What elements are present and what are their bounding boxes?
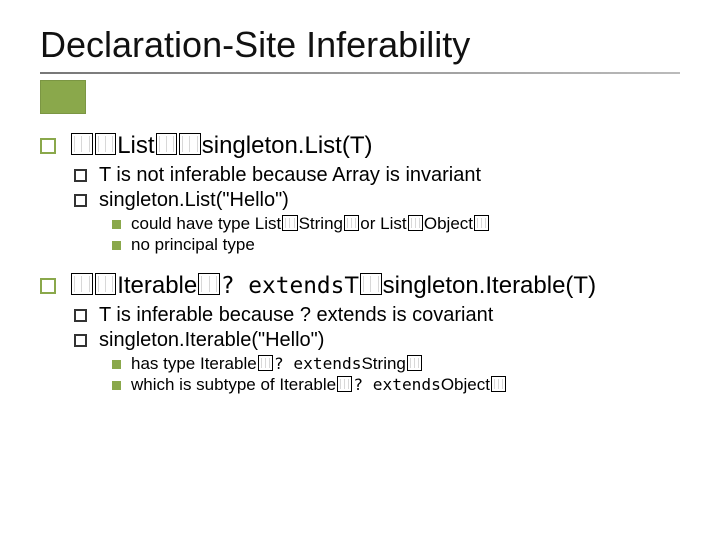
bullet2-sub1: T is inferable because ? extends is cova…: [99, 304, 680, 327]
square-solid-bullet-icon: [112, 381, 121, 390]
square-solid-bullet-icon: [112, 360, 121, 369]
text-fragment: singleton.List(T): [202, 132, 373, 159]
bullet-level1: Iterable ? extendsTsingleton.Iterable(T): [40, 272, 680, 300]
tofu-icon: [179, 133, 201, 156]
tofu-icon: [491, 376, 506, 392]
bullet-level3: has type Iterable ? extendsString: [112, 354, 680, 374]
tofu-icon: [198, 273, 220, 296]
text-fragment: String: [299, 214, 343, 233]
accent-block: [40, 80, 86, 114]
square-solid-bullet-icon: [112, 241, 121, 250]
square-open-bullet-small-icon: [74, 309, 87, 322]
text-fragment: T: [344, 272, 359, 299]
bullet2-sub2-sub2: which is subtype of Iterable ? extendsObj…: [131, 375, 680, 395]
bullet-level3: could have type List String or List Object: [112, 214, 680, 234]
tofu-icon: [95, 133, 117, 156]
square-open-bullet-icon: [40, 278, 56, 294]
square-open-bullet-small-icon: [74, 169, 87, 182]
extends-label: ? extends: [221, 273, 345, 299]
bullet-level2: singleton.List("Hello"): [74, 189, 680, 212]
text-fragment: which is subtype of Iterable: [131, 375, 336, 394]
tofu-icon: [282, 215, 297, 231]
bullet-level2: singleton.Iterable("Hello"): [74, 329, 680, 352]
square-open-bullet-small-icon: [74, 194, 87, 207]
bullet2-text: Iterable ? extendsTsingleton.Iterable(T): [70, 272, 680, 300]
square-solid-bullet-icon: [112, 220, 121, 229]
text-fragment: List: [117, 132, 154, 159]
extends-label: ? extends: [274, 354, 361, 373]
bullet-level3: which is subtype of Iterable ? extendsObj…: [112, 375, 680, 395]
square-open-bullet-icon: [40, 138, 56, 154]
text-fragment: could have type List: [131, 214, 281, 233]
bullet1-sub2-sub2: no principal type: [131, 235, 680, 255]
text-fragment: Object: [441, 375, 490, 394]
tofu-icon: [337, 376, 352, 392]
bullet-level1: List singleton.List(T): [40, 132, 680, 160]
bullet-level3: no principal type: [112, 235, 680, 255]
bullet-level2: T is inferable because ? extends is cova…: [74, 304, 680, 327]
tofu-icon: [156, 133, 178, 156]
text-fragment: or List: [360, 214, 406, 233]
bullet2-sub2-sub1: has type Iterable ? extendsString: [131, 354, 680, 374]
title-rule: [40, 72, 680, 74]
tofu-icon: [360, 273, 382, 296]
tofu-icon: [95, 273, 117, 296]
bullet1-sub2-sub1: could have type List String or List Object: [131, 214, 680, 234]
bullet1-sub2: singleton.List("Hello"): [99, 189, 680, 212]
text-fragment: Iterable: [117, 272, 197, 299]
tofu-icon: [474, 215, 489, 231]
tofu-icon: [71, 273, 93, 296]
slide-title: Declaration-Site Inferability: [40, 24, 680, 66]
bullet-level2: T is not inferable because Array is inva…: [74, 164, 680, 187]
extends-label: ? extends: [353, 375, 440, 394]
tofu-icon: [408, 215, 423, 231]
square-open-bullet-small-icon: [74, 334, 87, 347]
tofu-icon: [258, 355, 273, 371]
bullet1-sub1: T is not inferable because Array is inva…: [99, 164, 680, 187]
text-fragment: singleton.Iterable(T): [383, 272, 596, 299]
text-fragment: has type Iterable: [131, 354, 257, 373]
tofu-icon: [407, 355, 422, 371]
spacer: [40, 256, 680, 266]
slide: Declaration-Site Inferability List single…: [0, 0, 720, 540]
tofu-icon: [344, 215, 359, 231]
tofu-icon: [71, 133, 93, 156]
bullet1-text: List singleton.List(T): [70, 132, 680, 160]
bullet2-sub2: singleton.Iterable("Hello"): [99, 329, 680, 352]
text-fragment: Object: [424, 214, 473, 233]
text-fragment: String: [361, 354, 405, 373]
